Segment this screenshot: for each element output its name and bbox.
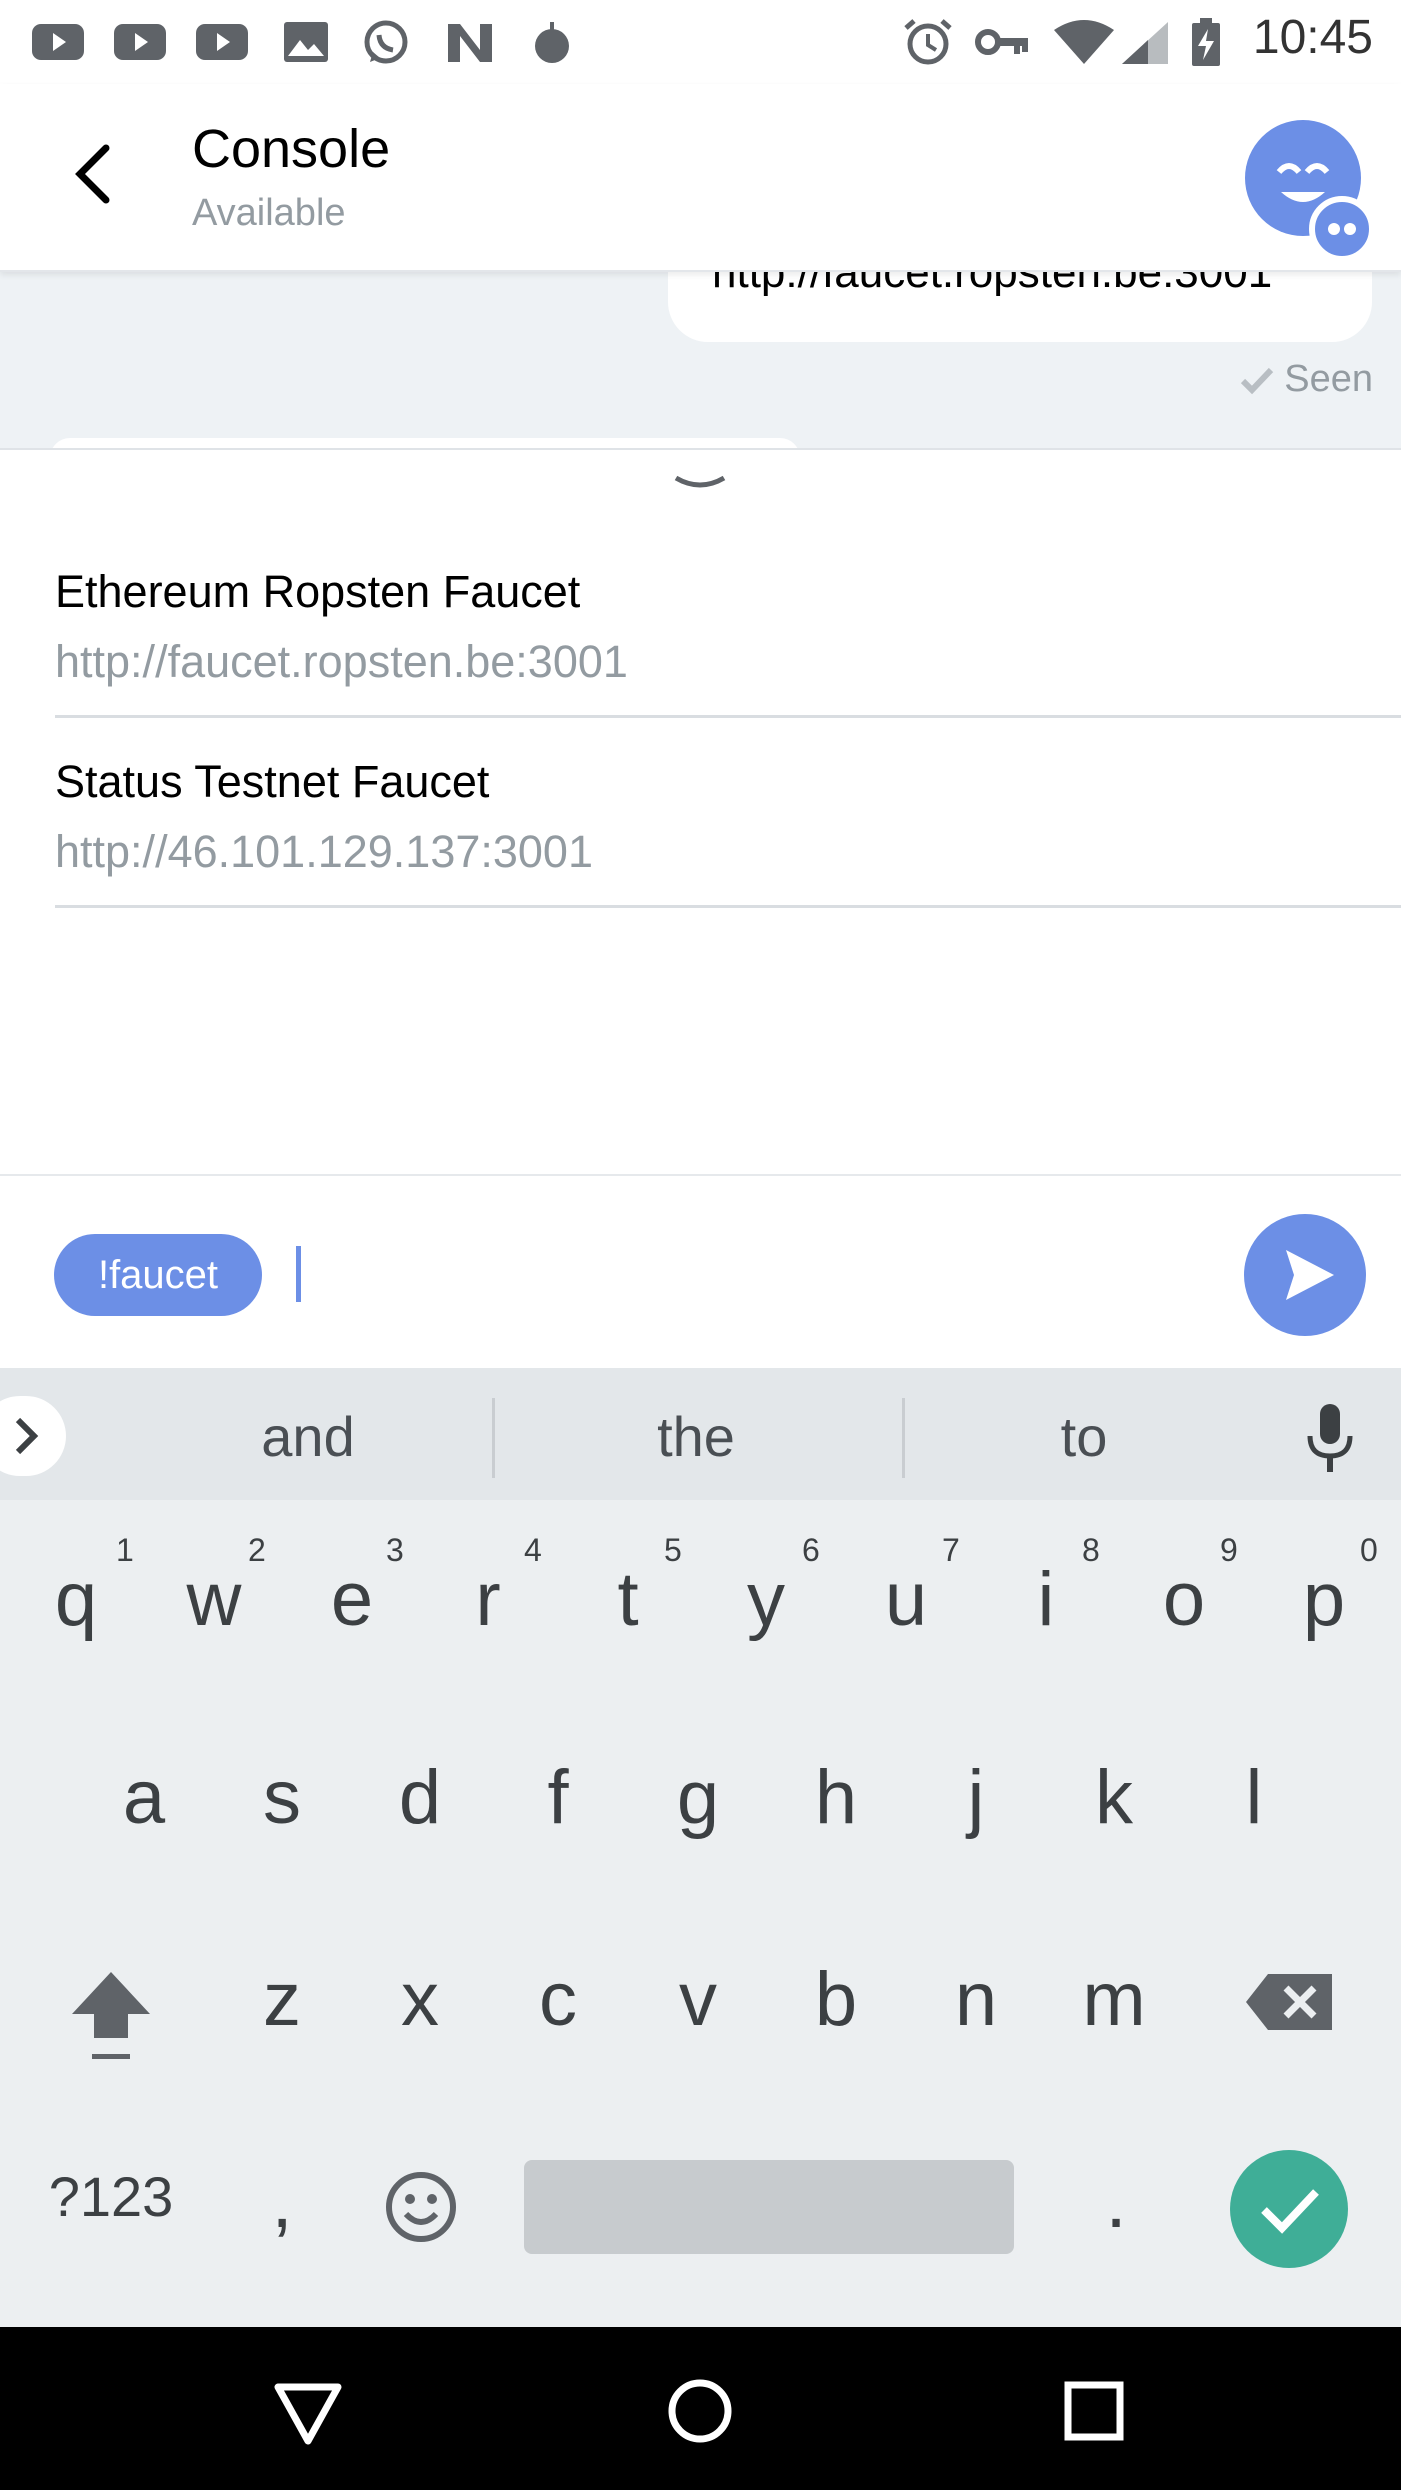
outgoing-message[interactable]: http://faucet.ropsten.be:3001 bbox=[668, 272, 1372, 342]
expand-toolbar-button[interactable] bbox=[0, 1396, 66, 1476]
send-button[interactable] bbox=[1244, 1214, 1366, 1336]
clock: 10:45 bbox=[1252, 11, 1373, 64]
key-u[interactable]: u bbox=[846, 1556, 966, 1643]
suggestion-item[interactable]: Status Testnet Faucet http://46.101.129.… bbox=[55, 718, 1401, 908]
soft-keyboard: and the to q w e r t y u i o p 1 2 3 4 5… bbox=[0, 1368, 1401, 2327]
recents-square-icon[interactable] bbox=[1054, 2371, 1134, 2451]
suggestion-url: http://faucet.ropsten.be:3001 bbox=[55, 636, 628, 687]
send-arrow-icon bbox=[1286, 1250, 1334, 1300]
key-d[interactable]: d bbox=[360, 1754, 480, 1841]
key-o[interactable]: o bbox=[1124, 1556, 1244, 1643]
bot-badge-icon bbox=[1309, 196, 1375, 262]
shift-icon[interactable] bbox=[66, 1964, 156, 2064]
key-icon bbox=[975, 29, 1028, 55]
key-v[interactable]: v bbox=[638, 1956, 758, 2043]
emoji-icon[interactable] bbox=[384, 2170, 458, 2244]
key-t[interactable]: t bbox=[568, 1556, 688, 1643]
message-list[interactable]: http://faucet.ropsten.be:3001 Seen bbox=[0, 272, 1401, 448]
key-x[interactable]: x bbox=[360, 1956, 480, 2043]
key-p[interactable]: p bbox=[1264, 1556, 1384, 1643]
battery-charging-icon bbox=[1192, 18, 1220, 66]
chevron-right-icon bbox=[15, 1417, 39, 1455]
incoming-message-peek bbox=[50, 438, 800, 448]
divider bbox=[492, 1398, 495, 1478]
key-i[interactable]: i bbox=[986, 1556, 1106, 1643]
key-b[interactable]: b bbox=[776, 1956, 896, 2043]
key-m[interactable]: m bbox=[1054, 1956, 1174, 2043]
key-j[interactable]: j bbox=[916, 1754, 1036, 1841]
command-chip[interactable]: !faucet bbox=[54, 1234, 262, 1316]
message-input-bar: !faucet bbox=[0, 1174, 1401, 1368]
key-comma[interactable]: , bbox=[222, 2158, 342, 2245]
signal-icon bbox=[1122, 22, 1168, 64]
youtube-icon bbox=[196, 24, 248, 60]
navigation-bar bbox=[0, 2327, 1401, 2490]
key-l[interactable]: l bbox=[1194, 1754, 1314, 1841]
divider bbox=[902, 1398, 905, 1478]
keyboard-suggestion-strip: and the to bbox=[0, 1368, 1401, 1500]
wifi-icon bbox=[1054, 20, 1114, 64]
key-hint: 8 bbox=[1082, 1532, 1100, 1568]
key-f[interactable]: f bbox=[498, 1754, 618, 1841]
seen-indicator: Seen bbox=[1240, 358, 1373, 401]
spacebar[interactable] bbox=[524, 2160, 1014, 2254]
chat-title: Console bbox=[192, 119, 391, 179]
suggestion-title: Ethereum Ropsten Faucet bbox=[55, 566, 581, 617]
suggestion-item[interactable]: Ethereum Ropsten Faucet http://faucet.ro… bbox=[55, 450, 1401, 718]
key-k[interactable]: k bbox=[1054, 1754, 1174, 1841]
checkmark-icon bbox=[1261, 2189, 1319, 2234]
key-hint: 3 bbox=[386, 1532, 404, 1568]
word-suggestion[interactable]: and bbox=[158, 1404, 458, 1469]
youtube-icon bbox=[32, 24, 84, 60]
key-hint: 5 bbox=[664, 1532, 682, 1568]
key-g[interactable]: g bbox=[638, 1754, 758, 1841]
command-suggestions-panel: Ethereum Ropsten Faucet http://faucet.ro… bbox=[0, 448, 1401, 1174]
key-hint: 0 bbox=[1360, 1532, 1378, 1568]
key-y[interactable]: y bbox=[706, 1556, 826, 1643]
image-icon bbox=[284, 22, 328, 62]
word-suggestion[interactable]: the bbox=[546, 1404, 846, 1469]
key-r[interactable]: r bbox=[428, 1556, 548, 1643]
n-app-icon bbox=[448, 24, 492, 62]
message-text: http://faucet.ropsten.be:3001 bbox=[712, 272, 1273, 297]
key-z[interactable]: z bbox=[222, 1956, 342, 2043]
chat-status: Available bbox=[192, 192, 346, 234]
key-period[interactable]: . bbox=[1056, 2158, 1176, 2245]
home-circle-icon[interactable] bbox=[660, 2371, 740, 2451]
whatsapp-icon bbox=[364, 20, 408, 64]
word-suggestion[interactable]: to bbox=[934, 1404, 1234, 1469]
symbols-key[interactable]: ?123 bbox=[36, 2164, 186, 2229]
message-input[interactable] bbox=[296, 1246, 301, 1302]
key-s[interactable]: s bbox=[222, 1754, 342, 1841]
key-q[interactable]: q bbox=[16, 1556, 136, 1643]
key-hint: 1 bbox=[116, 1532, 134, 1568]
checkmark-icon bbox=[1241, 367, 1274, 394]
key-n[interactable]: n bbox=[916, 1956, 1036, 2043]
status-bar: 10:45 bbox=[0, 0, 1401, 84]
key-hint: 7 bbox=[942, 1532, 960, 1568]
seen-label: Seen bbox=[1284, 358, 1373, 400]
back-arrow-icon[interactable] bbox=[60, 134, 130, 214]
suggestion-url: http://46.101.129.137:3001 bbox=[55, 826, 593, 877]
key-c[interactable]: c bbox=[498, 1956, 618, 2043]
chat-header: Console Available bbox=[0, 84, 1401, 272]
key-w[interactable]: w bbox=[154, 1556, 274, 1643]
key-hint: 9 bbox=[1220, 1532, 1238, 1568]
key-hint: 6 bbox=[802, 1532, 820, 1568]
key-hint: 4 bbox=[524, 1532, 542, 1568]
youtube-icon bbox=[114, 24, 166, 60]
enter-key[interactable] bbox=[1230, 2150, 1348, 2268]
backspace-icon[interactable] bbox=[1244, 1970, 1336, 2034]
fruit-icon bbox=[535, 22, 569, 63]
microphone-icon[interactable] bbox=[1300, 1398, 1360, 1478]
key-h[interactable]: h bbox=[776, 1754, 896, 1841]
key-hint: 2 bbox=[248, 1532, 266, 1568]
key-a[interactable]: a bbox=[84, 1754, 204, 1841]
suggestion-title: Status Testnet Faucet bbox=[55, 756, 490, 807]
key-e[interactable]: e bbox=[292, 1556, 412, 1643]
back-triangle-icon[interactable] bbox=[268, 2371, 348, 2451]
alarm-icon bbox=[904, 19, 952, 65]
